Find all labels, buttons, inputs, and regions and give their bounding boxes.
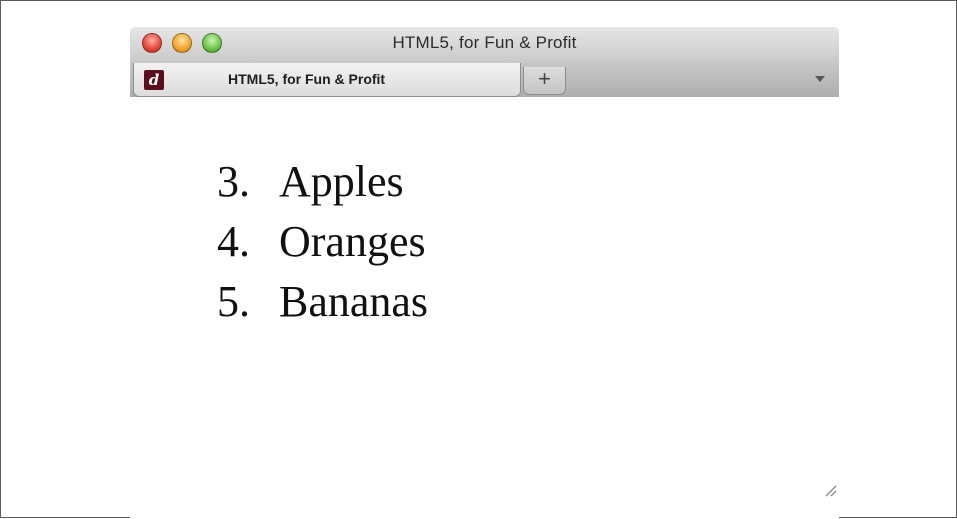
tab-active[interactable]: d HTML5, for Fun & Profit [133,63,521,97]
list-item: 5. Bananas [217,272,428,332]
list-item-number: 4. [217,217,250,266]
tab-bar: d HTML5, for Fun & Profit + [130,63,839,98]
tab-label: HTML5, for Fun & Profit [228,71,386,87]
window-title: HTML5, for Fun & Profit [392,33,577,52]
ordered-list: 3. Apples 4. Oranges 5. Bananas [217,152,428,332]
new-tab-button[interactable]: + [523,67,566,95]
resize-grip-icon[interactable] [823,483,837,497]
page-content: 3. Apples 4. Oranges 5. Bananas [130,97,839,519]
title-bar[interactable]: HTML5, for Fun & Profit [130,27,839,63]
favicon-icon: d [144,70,164,90]
tab-list-menu-icon[interactable] [815,76,825,82]
list-item-text: Apples [279,157,404,206]
list-item-number: 3. [217,157,250,206]
list-item: 4. Oranges [217,212,428,272]
list-item-text: Oranges [279,217,426,266]
list-item-number: 5. [217,277,250,326]
list-item: 3. Apples [217,152,428,212]
list-item-text: Bananas [279,277,429,326]
screenshot-frame: HTML5, for Fun & Profit d HTML5, for Fun… [0,0,957,519]
browser-window: HTML5, for Fun & Profit d HTML5, for Fun… [130,27,839,519]
